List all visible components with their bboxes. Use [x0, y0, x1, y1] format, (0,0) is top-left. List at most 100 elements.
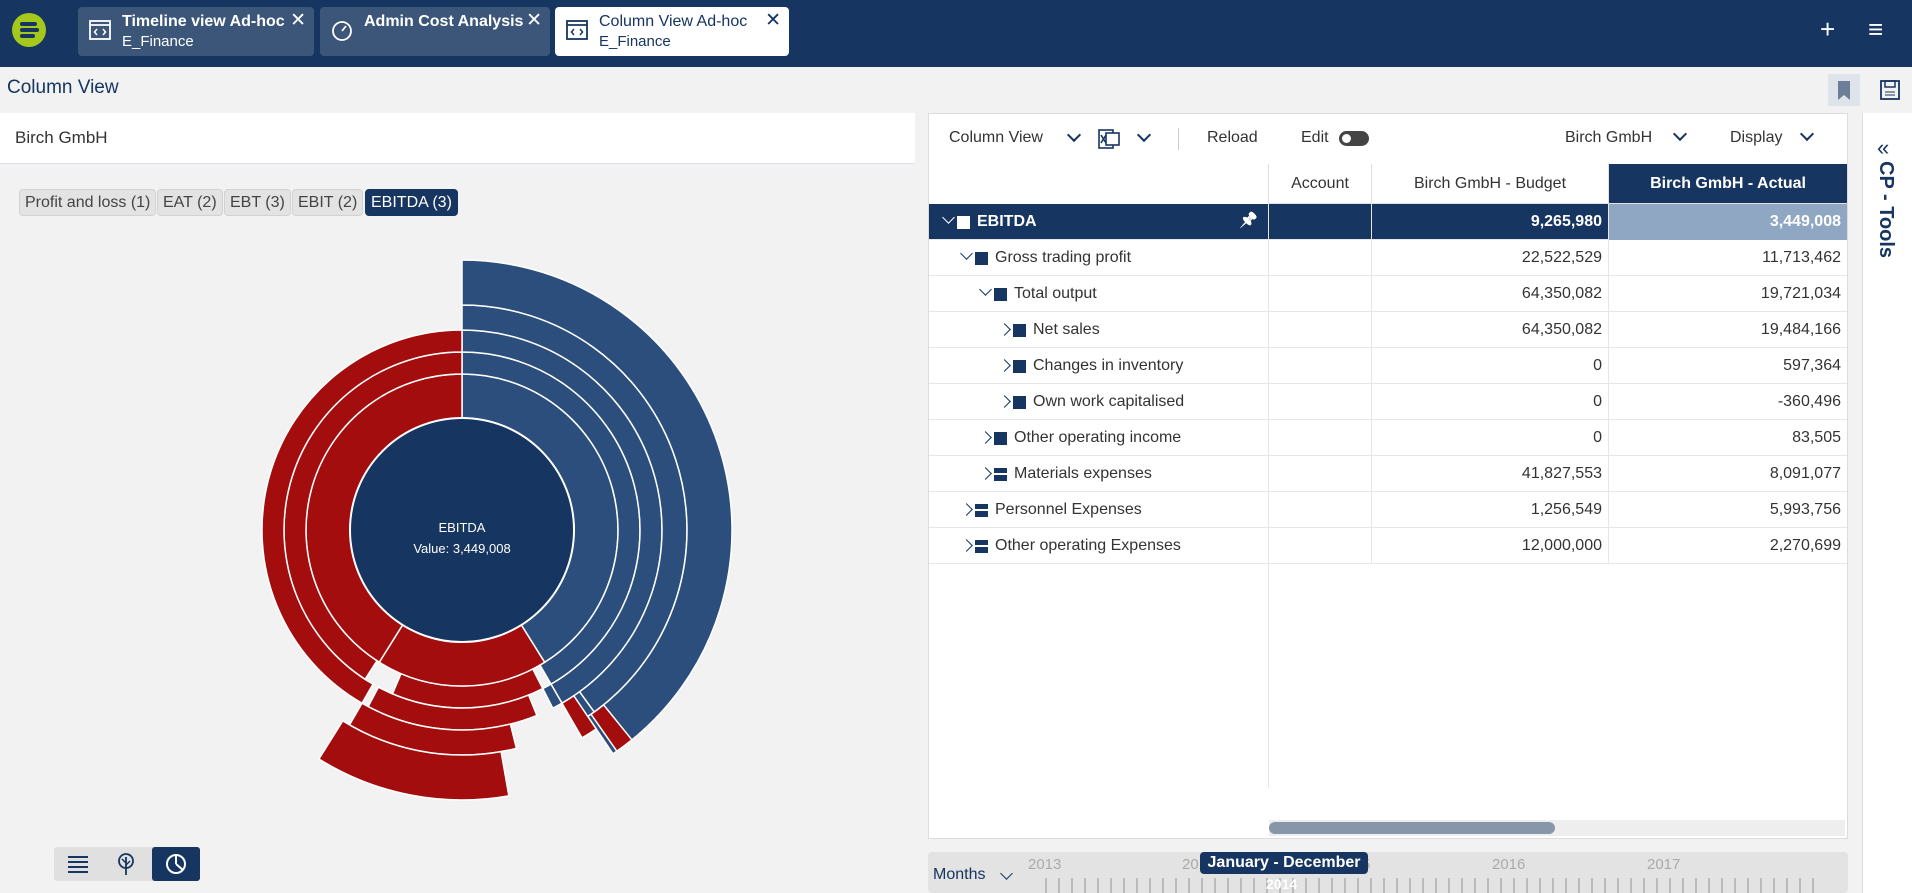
- budget-cell[interactable]: 9,265,980: [1371, 204, 1608, 240]
- close-icon[interactable]: ✕: [765, 11, 781, 30]
- app-logo[interactable]: [12, 13, 46, 47]
- actual-cell[interactable]: -360,496: [1608, 384, 1847, 420]
- table-row[interactable]: Materials expenses 41,827,553 8,091,077: [929, 456, 1847, 492]
- column-header-actual[interactable]: Birch GmbH - Actual: [1608, 164, 1847, 204]
- table-row[interactable]: Changes in inventory 0 597,364: [929, 348, 1847, 384]
- double-chevron-left-icon[interactable]: «: [1877, 135, 1889, 161]
- column-header-budget[interactable]: Birch GmbH - Budget: [1371, 164, 1608, 204]
- chevron-right-icon[interactable]: [960, 539, 973, 552]
- chevron-right-icon[interactable]: [960, 503, 973, 516]
- timeline-range-handle[interactable]: January - December: [1200, 852, 1368, 874]
- square-icon: [994, 432, 1007, 445]
- timeline-slider[interactable]: Months 2013 2014 2015 2016 2017 January …: [928, 852, 1848, 893]
- pill-profit-and-loss[interactable]: Profit and loss (1): [19, 189, 157, 216]
- chevron-right-icon[interactable]: [998, 359, 1011, 372]
- table-row[interactable]: Other operating Expenses 12,000,000 2,270,…: [929, 528, 1847, 564]
- list-view-button[interactable]: [54, 847, 102, 881]
- row-label: Other operating income: [1014, 429, 1182, 446]
- chevron-right-icon[interactable]: [979, 431, 992, 444]
- scrollbar-thumb[interactable]: [1269, 822, 1555, 834]
- budget-value: 12,000,000: [1521, 537, 1602, 554]
- view-dropdown-label: Column View: [949, 129, 1043, 146]
- budget-cell[interactable]: 0: [1371, 420, 1608, 456]
- budget-cell[interactable]: 22,522,529: [1371, 240, 1608, 276]
- account-cell: [1268, 312, 1371, 348]
- horizontal-scrollbar[interactable]: [1269, 820, 1845, 836]
- row-label: Gross trading profit: [995, 249, 1132, 266]
- budget-cell[interactable]: 1,256,549: [1371, 492, 1608, 528]
- budget-cell[interactable]: 0: [1371, 384, 1608, 420]
- chevron-right-icon[interactable]: [979, 467, 992, 480]
- add-tab-icon[interactable]: +: [1820, 14, 1835, 45]
- chevron-down-icon[interactable]: [942, 211, 955, 224]
- excel-export-button[interactable]: [1097, 114, 1157, 164]
- edit-switch[interactable]: [1339, 131, 1369, 146]
- actual-value: 5,993,756: [1769, 501, 1841, 518]
- table-row[interactable]: Net sales 64,350,082 19,484,166: [929, 312, 1847, 348]
- tab-column-view[interactable]: Column View Ad-hoc E_Finance ✕: [555, 7, 789, 56]
- budget-cell[interactable]: 41,827,553: [1371, 456, 1608, 492]
- budget-value: 9,265,980: [1530, 213, 1602, 230]
- company-selector[interactable]: Birch GmbH: [0, 113, 915, 164]
- actual-cell[interactable]: 3,449,008: [1608, 204, 1847, 240]
- table-row[interactable]: Personnel Expenses 1,256,549 5,993,756: [929, 492, 1847, 528]
- cp-tools-sidebar[interactable]: « CP - Tools: [1862, 113, 1912, 893]
- budget-cell[interactable]: 12,000,000: [1371, 528, 1608, 564]
- actual-cell[interactable]: 5,993,756: [1608, 492, 1847, 528]
- budget-cell[interactable]: 64,350,082: [1371, 276, 1608, 312]
- pill-ebit[interactable]: EBIT (2): [292, 189, 364, 216]
- tree-view-button[interactable]: [102, 847, 150, 881]
- close-icon[interactable]: ✕: [526, 11, 542, 30]
- tab-admin-cost-analysis[interactable]: Admin Cost Analysis ✕: [320, 7, 550, 56]
- pie-chart-icon: [166, 854, 186, 874]
- table-row[interactable]: Own work capitalised 0 -360,496: [929, 384, 1847, 420]
- display-dropdown[interactable]: Display: [1730, 114, 1820, 164]
- column-header-account[interactable]: Account: [1268, 164, 1371, 204]
- chevron-right-icon[interactable]: [998, 395, 1011, 408]
- budget-value: 1,256,549: [1530, 501, 1602, 518]
- chevron-right-icon[interactable]: [998, 323, 1011, 336]
- pill-ebitda[interactable]: EBITDA (3): [365, 189, 458, 216]
- view-dropdown[interactable]: Column View: [949, 114, 1082, 164]
- row-label: Total output: [1014, 285, 1097, 302]
- sunburst-view-button[interactable]: [152, 847, 200, 881]
- chevron-down-icon[interactable]: [960, 247, 973, 260]
- actual-cell[interactable]: 597,364: [1608, 348, 1847, 384]
- close-icon[interactable]: ✕: [290, 11, 306, 30]
- budget-value: 41,827,553: [1521, 465, 1602, 482]
- table-row[interactable]: Total output 64,350,082 19,721,034: [929, 276, 1847, 312]
- pill-eat[interactable]: EAT (2): [157, 189, 223, 216]
- account-cell: [1268, 492, 1371, 528]
- tab-timeline-view[interactable]: Timeline view Ad-hoc E_Finance ✕: [78, 7, 314, 56]
- save-icon[interactable]: [1874, 74, 1906, 106]
- reload-button[interactable]: Reload: [1207, 114, 1267, 164]
- display-dropdown-label: Display: [1730, 129, 1783, 146]
- bookmark-icon[interactable]: [1828, 74, 1860, 106]
- actual-cell[interactable]: 83,505: [1608, 420, 1847, 456]
- actual-cell[interactable]: 19,484,166: [1608, 312, 1847, 348]
- company-dropdown[interactable]: Birch GmbH: [1565, 114, 1695, 164]
- menu-icon[interactable]: ≡: [1868, 14, 1883, 45]
- actual-value: -360,496: [1777, 393, 1841, 410]
- actual-cell[interactable]: 8,091,077: [1608, 456, 1847, 492]
- table-row[interactable]: EBITDA 📌 9,265,980 3,449,008: [929, 204, 1847, 240]
- budget-cell[interactable]: 64,350,082: [1371, 312, 1608, 348]
- tab-title: Column View Ad-hoc: [599, 13, 748, 30]
- pin-icon[interactable]: 📌: [1239, 211, 1258, 229]
- chevron-down-icon: [1799, 126, 1815, 142]
- pill-ebt[interactable]: EBT (3): [224, 189, 291, 216]
- budget-value: 0: [1593, 393, 1602, 410]
- table-row[interactable]: Other operating income 0 83,505: [929, 420, 1847, 456]
- budget-value: 64,350,082: [1521, 321, 1602, 338]
- edit-label: Edit: [1301, 129, 1329, 146]
- minus-square-icon: [975, 540, 988, 553]
- actual-cell[interactable]: 19,721,034: [1608, 276, 1847, 312]
- chevron-down-icon[interactable]: [979, 283, 992, 296]
- actual-cell[interactable]: 2,270,699: [1608, 528, 1847, 564]
- table-row[interactable]: Gross trading profit 22,522,529 11,713,462: [929, 240, 1847, 276]
- granularity-dropdown[interactable]: Months: [933, 866, 985, 884]
- actual-cell[interactable]: 11,713,462: [1608, 240, 1847, 276]
- budget-cell[interactable]: 0: [1371, 348, 1608, 384]
- row-label: Personnel Expenses: [995, 501, 1142, 518]
- code-window-icon: [89, 20, 111, 40]
